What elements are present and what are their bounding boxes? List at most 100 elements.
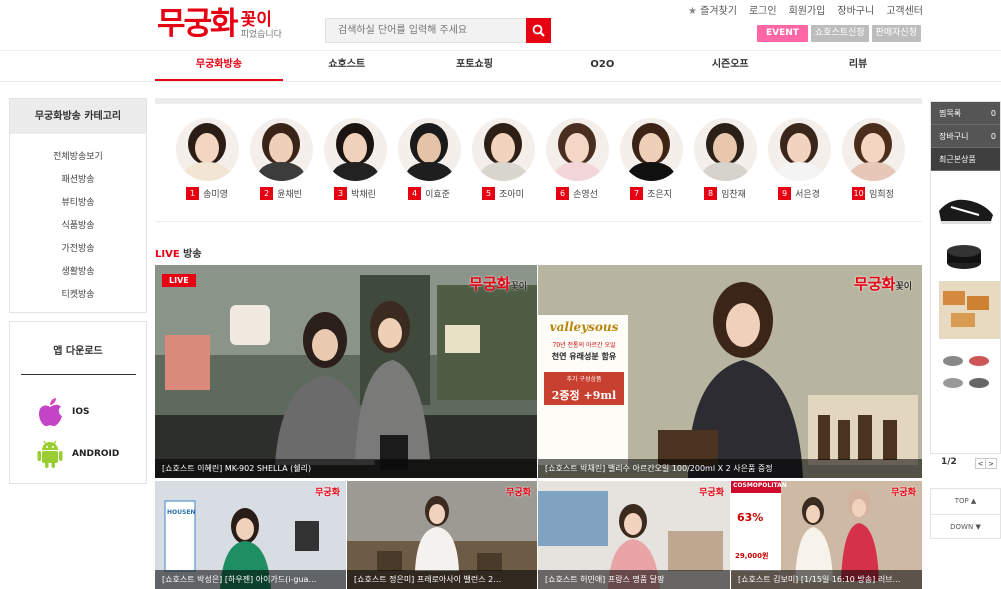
nav-show-host[interactable]: 쇼호스트	[283, 51, 411, 81]
host-label: 8 임찬재	[693, 187, 757, 200]
show-host-apply-button[interactable]: 쇼호스트신청	[810, 25, 869, 42]
section-top-bar	[155, 98, 922, 104]
video-caption: [쇼호스트 김보미] [1/15일 16:10 방송] 러브…	[731, 570, 922, 589]
host-name: 임희정	[869, 190, 894, 200]
ios-download-link[interactable]: IOS	[37, 397, 146, 427]
scroll-top-button[interactable]: TOP ▲	[931, 489, 1000, 514]
show-host-list: 1 송미영 2 윤채빈 3 박채린 4 이효준 5 조아미 6 손영선 7 조은지 8 임찬재 9 서은경 10 임희…	[175, 118, 915, 200]
host-avatar	[841, 118, 905, 181]
recent-product-shoes[interactable]	[943, 356, 989, 388]
event-button[interactable]: EVENT	[756, 25, 808, 42]
channel-watermark: 무궁화꽃이	[854, 275, 912, 293]
host-label: 10 임희정	[841, 187, 905, 200]
host-name: 박채린	[351, 190, 376, 200]
recent-pager: < >	[975, 458, 997, 469]
live-video-tile[interactable]: LIVE 무궁화꽃이 [쇼호스트 이혜린] MK-902 SHELLA (쉘리)	[155, 265, 537, 478]
live-video-tile[interactable]: 무궁화 HOUSEN [쇼호스트 박성은] [하우젠] 아이가드(i-gua…	[155, 481, 346, 589]
wishlist-count: 0	[990, 109, 996, 118]
host-name: 조아미	[499, 190, 524, 200]
nav-mugunghwa-broadcast[interactable]: 무궁화방송	[155, 51, 283, 81]
category-item-appliance[interactable]: 가전방송	[10, 238, 146, 261]
scroll-down-button[interactable]: DOWN ▼	[931, 514, 1000, 539]
sale-price: 29,000원	[735, 552, 769, 560]
host-name: 서은경	[795, 190, 820, 200]
host-rank: 8	[704, 187, 718, 200]
host-rank: 5	[482, 187, 496, 200]
android-icon	[37, 440, 63, 468]
live-video-tile[interactable]: 무궁화 [쇼호스트 허민애] 프랑스 명품 달팡	[538, 481, 730, 589]
category-item-living[interactable]: 생활방송	[10, 261, 146, 284]
show-host-card[interactable]: 2 윤채빈	[249, 118, 313, 200]
category-item-fashion[interactable]: 패션방송	[10, 169, 146, 192]
category-item-food[interactable]: 식품방송	[10, 215, 146, 238]
show-host-card[interactable]: 6 손영선	[545, 118, 609, 200]
host-rank: 6	[556, 187, 570, 200]
category-item-ticket[interactable]: 티켓방송	[10, 284, 146, 307]
host-rank: 10	[852, 187, 866, 200]
host-name: 손영선	[573, 190, 598, 200]
host-avatar	[619, 118, 683, 181]
show-host-card[interactable]: 5 조아미	[471, 118, 535, 200]
magazine-logo: COSMOPOLITAN	[733, 482, 787, 489]
video-thumbnail	[155, 265, 537, 478]
search-button[interactable]	[526, 18, 551, 43]
live-video-tile[interactable]: COSMOPOLITAN 63% 29,000원 무궁화 [쇼호스트 김보미] …	[731, 481, 922, 589]
signup-link[interactable]: 회원가입	[789, 2, 826, 17]
live-section-title: LIVE 방송	[155, 249, 202, 260]
channel-watermark: 무궁화	[891, 488, 916, 498]
quick-recent[interactable]: 최근본상품	[931, 148, 1000, 171]
show-host-card[interactable]: 8 임찬재	[693, 118, 757, 200]
recent-product-tin[interactable]	[947, 245, 981, 269]
nav-o2o[interactable]: O2O	[538, 51, 666, 81]
nav-photo-shopping[interactable]: 포토쇼핑	[411, 51, 539, 81]
support-link[interactable]: 고객센터	[886, 2, 923, 17]
host-avatar	[693, 118, 757, 181]
show-host-card[interactable]: 9 서은경	[767, 118, 831, 200]
show-host-card[interactable]: 10 임희정	[841, 118, 905, 200]
host-rank: 3	[334, 187, 348, 200]
video-caption: [쇼호스트 정은미] 프레로아사이 밸런스 2…	[347, 570, 537, 589]
show-host-card[interactable]: 3 박채린	[323, 118, 387, 200]
quick-cart[interactable]: 장바구니 0	[931, 125, 1000, 148]
live-video-tile[interactable]: 무궁화 [쇼호스트 정은미] 프레로아사이 밸런스 2…	[347, 481, 537, 589]
next-icon[interactable]: >	[986, 458, 997, 469]
recent-page-indicator: 1/2	[941, 457, 957, 467]
search-bar	[325, 18, 551, 43]
search-input[interactable]	[325, 18, 526, 43]
login-link[interactable]: 로그인	[749, 2, 777, 17]
live-badge: LIVE	[162, 274, 196, 287]
header-buttons: EVENT 쇼호스트신청 판매자신청	[756, 25, 921, 42]
prev-icon[interactable]: <	[975, 458, 986, 469]
show-host-card[interactable]: 4 이효준	[397, 118, 461, 200]
site-logo[interactable]: 무궁화 꽃이 피었습니다	[157, 7, 282, 41]
recent-product-sneaker[interactable]	[939, 199, 993, 224]
app-download-panel: 앱 다운로드 IOS ANDROID	[9, 321, 147, 484]
category-item-all[interactable]: 전체방송보기	[10, 146, 146, 169]
cart-link[interactable]: 장바구니	[837, 2, 874, 17]
host-label: 1 송미영	[175, 187, 239, 200]
bookmark-link[interactable]: ★ 즐겨찾기	[688, 2, 737, 17]
recent-product-food[interactable]	[939, 281, 1000, 339]
quick-wishlist[interactable]: 찜목록 0	[931, 102, 1000, 125]
android-download-link[interactable]: ANDROID	[37, 439, 146, 469]
ios-label: IOS	[72, 407, 90, 417]
nav-review[interactable]: 리뷰	[794, 51, 922, 81]
host-avatar	[767, 118, 831, 181]
app-divider	[20, 374, 136, 375]
host-avatar	[397, 118, 461, 181]
live-video-tile[interactable]: valleysous 70년 전통의 아르간 오일 천연 유래성분 함유 추가 …	[538, 265, 922, 478]
host-name: 이효준	[425, 190, 450, 200]
category-item-beauty[interactable]: 뷰티방송	[10, 192, 146, 215]
android-label: ANDROID	[72, 449, 120, 459]
seller-apply-button[interactable]: 판매자신청	[871, 25, 921, 42]
host-label: 2 윤채빈	[249, 187, 313, 200]
host-label: 5 조아미	[471, 187, 535, 200]
show-host-card[interactable]: 7 조은지	[619, 118, 683, 200]
logo-sub: 꽃이 피었습니다	[240, 10, 282, 41]
host-name: 송미영	[203, 190, 228, 200]
channel-watermark: 무궁화	[699, 488, 724, 498]
hosts-divider	[155, 221, 922, 222]
show-host-card[interactable]: 1 송미영	[175, 118, 239, 200]
host-rank: 7	[630, 187, 644, 200]
nav-season-off[interactable]: 시즌오프	[666, 51, 794, 81]
